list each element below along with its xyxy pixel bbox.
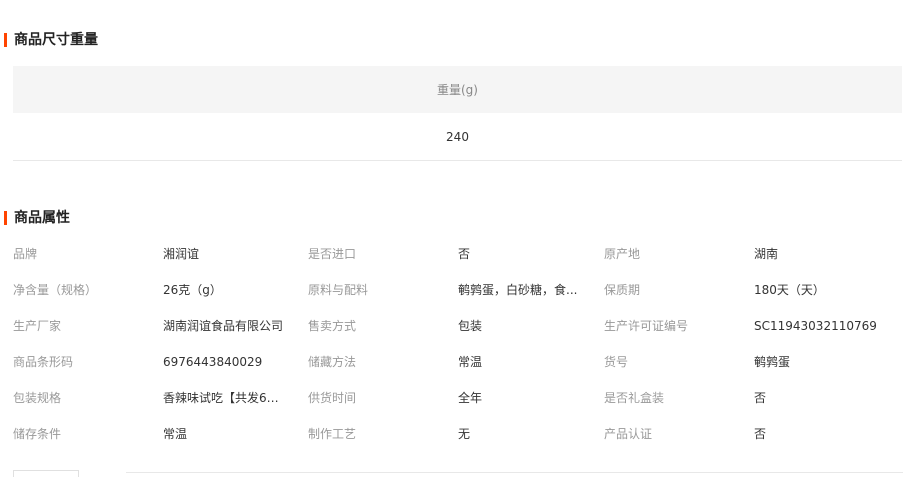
- attr-label-storage-condition: 储存条件: [13, 427, 62, 441]
- attr-value-net-content: 26克（g）: [163, 283, 222, 297]
- attr-row: 储存条件 常温 制作工艺 无 产品认证 否: [13, 416, 902, 452]
- attr-value-sale-method: 包装: [458, 319, 483, 333]
- attr-value-origin: 湖南: [754, 247, 779, 261]
- attr-label-supply-time: 供货时间: [308, 391, 357, 405]
- attr-value-license-number: SC11943032110769: [754, 319, 877, 333]
- attr-label-sale-method: 售卖方式: [308, 319, 357, 333]
- size-weight-section-title: 商品尺寸重量: [4, 31, 98, 49]
- bottom-divider: [126, 472, 903, 473]
- weight-column-header: 重量(g): [13, 66, 902, 113]
- attr-value-storage-method: 常温: [458, 355, 483, 369]
- attr-value-package-spec: 香辣味试吃【共发6枚...: [163, 391, 288, 405]
- attr-label-shelf-life: 保质期: [604, 283, 641, 297]
- attr-row: 生产厂家 湖南润谊食品有限公司 售卖方式 包装 生产许可证编号 SC119430…: [13, 308, 902, 344]
- attr-value-shelf-life: 180天（天）: [754, 283, 825, 297]
- section-title-text: 商品尺寸重量: [14, 32, 98, 48]
- attr-label-net-content: 净含量（规格）: [13, 283, 98, 297]
- attr-value-gift-box: 否: [754, 391, 767, 405]
- attr-label-imported: 是否进口: [308, 247, 357, 261]
- size-weight-table: 重量(g) 240: [13, 66, 902, 161]
- attr-value-ingredients: 鹌鹑蛋，白砂糖，食...: [458, 283, 578, 297]
- attr-label-gift-box: 是否礼盒装: [604, 391, 665, 405]
- attr-value-storage-condition: 常温: [163, 427, 188, 441]
- attributes-section-title: 商品属性: [4, 209, 70, 227]
- attr-row: 净含量（规格） 26克（g） 原料与配料 鹌鹑蛋，白砂糖，食... 保质期 18…: [13, 272, 902, 308]
- attr-label-package-spec: 包装规格: [13, 391, 62, 405]
- attr-label-process: 制作工艺: [308, 427, 357, 441]
- weight-value-cell: 240: [13, 113, 902, 161]
- attr-value-imported: 否: [458, 247, 471, 261]
- attr-label-ingredients: 原料与配料: [308, 283, 369, 297]
- attributes-table: 品牌 湘润谊 是否进口 否 原产地 湖南 净含量（规格） 26克（g） 原料与配…: [13, 236, 902, 452]
- attr-label-barcode: 商品条形码: [13, 355, 74, 369]
- attr-value-item-number: 鹌鹑蛋: [754, 355, 791, 369]
- attr-value-brand: 湘润谊: [163, 247, 200, 261]
- section-title-text: 商品属性: [14, 210, 70, 226]
- attr-label-license-number: 生产许可证编号: [604, 319, 689, 333]
- accent-bar: [4, 211, 7, 225]
- attr-label-brand: 品牌: [13, 247, 38, 261]
- attr-value-certification: 否: [754, 427, 767, 441]
- attr-row: 包装规格 香辣味试吃【共发6枚... 供货时间 全年 是否礼盒装 否: [13, 380, 902, 416]
- attr-value-supply-time: 全年: [458, 391, 483, 405]
- attr-value-barcode: 6976443840029: [163, 355, 263, 369]
- attr-label-item-number: 货号: [604, 355, 629, 369]
- accent-bar: [4, 33, 7, 47]
- attr-label-origin: 原产地: [604, 247, 641, 261]
- attr-row: 商品条形码 6976443840029 储藏方法 常温 货号 鹌鹑蛋: [13, 344, 902, 380]
- attr-label-manufacturer: 生产厂家: [13, 319, 62, 333]
- attr-label-certification: 产品认证: [604, 427, 653, 441]
- attr-row: 品牌 湘润谊 是否进口 否 原产地 湖南: [13, 236, 902, 272]
- attr-value-manufacturer: 湖南润谊食品有限公司: [163, 319, 284, 333]
- attr-value-process: 无: [458, 427, 471, 441]
- attr-label-storage-method: 储藏方法: [308, 355, 357, 369]
